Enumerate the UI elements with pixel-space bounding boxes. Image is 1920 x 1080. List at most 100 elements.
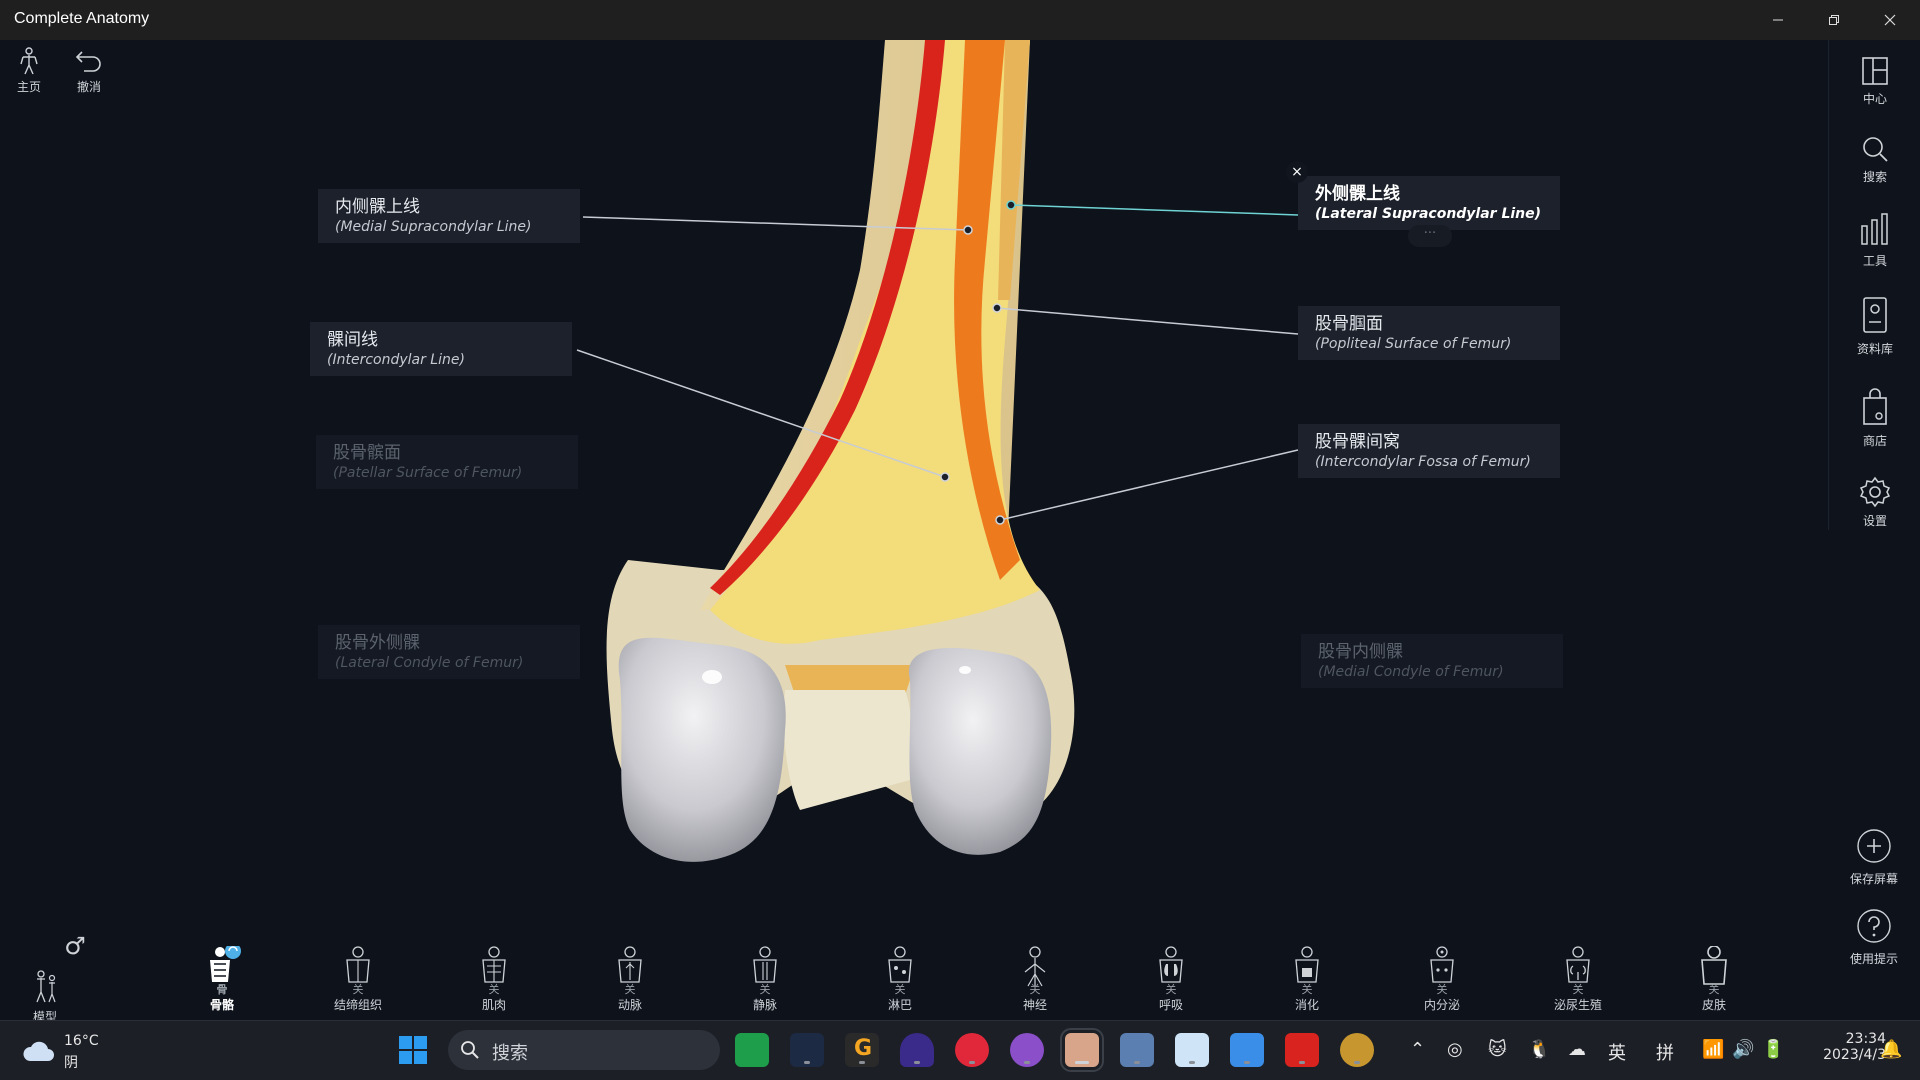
app-title: Complete Anatomy [14,10,150,27]
taskbar-app-monitor[interactable] [1175,1033,1209,1067]
save-screen-button[interactable]: 保存屏幕 [1828,828,1920,887]
more-options-button[interactable]: ··· [1408,225,1452,247]
battery-icon[interactable]: 🔋 [1762,1039,1784,1060]
restore-icon [1829,15,1839,25]
notifications-icon[interactable]: 🔔 [1880,1039,1902,1060]
tray-overflow-chevron-icon[interactable]: ⌃ [1410,1039,1425,1060]
model-button[interactable]: 模型 [0,968,90,1025]
rail-library[interactable]: 资料库 [1829,296,1920,357]
label-popliteal-surface[interactable]: 股骨腘面 (Popliteal Surface of Femur) [1298,306,1560,360]
close-window-button[interactable] [1862,0,1918,40]
system-skin[interactable]: 关 皮肤 [1669,946,1759,1013]
taskbar-app-complete-anatomy[interactable] [1060,1028,1104,1072]
minimize-icon [1773,19,1783,21]
tray-penguin-icon[interactable]: 🐧 [1528,1039,1550,1060]
label-en: (Intercondylar Line) [327,352,465,368]
system-state: 关 [1572,983,1584,996]
ime-mode[interactable]: 拼 [1656,1039,1674,1065]
tools-icon [1861,213,1888,245]
taskbar-app-netease-music[interactable] [955,1033,989,1067]
g-logo-icon: G [854,1036,873,1061]
title-bar: Complete Anatomy [0,0,1920,40]
label-zh: 股骨腘面 [1315,314,1383,334]
active-indicator [1075,1061,1089,1064]
volume-icon[interactable]: 🔊 [1732,1039,1754,1060]
taskbar-app-photos[interactable] [1120,1033,1154,1067]
system-urogenital[interactable]: 关 泌尿生殖 [1533,946,1623,1013]
running-indicator [1134,1061,1140,1064]
label-zh: 股骨髌面 [333,443,401,463]
tray-cloud-icon[interactable]: ☁ [1568,1039,1586,1060]
rail-label: 搜索 [1862,170,1887,184]
label-lateral-condyle[interactable]: 股骨外侧髁 (Lateral Condyle of Femur) [318,625,580,679]
system-digestive[interactable]: 关 消化 [1262,946,1352,1013]
clock[interactable]: 23:34 2023/4/3 [1796,1031,1886,1063]
taskbar-app-cat[interactable] [790,1033,824,1067]
rail-label: 中心 [1862,92,1887,106]
save-screen-label: 保存屏幕 [1849,872,1898,886]
tips-button[interactable]: 使用提示 [1828,908,1920,967]
label-zh: 外侧髁上线 [1315,184,1400,204]
system-connective-tissue[interactable]: 关 结缔组织 [313,946,403,1013]
label-intercondylar-line[interactable]: 髁间线 (Intercondylar Line) [310,322,572,376]
system-veins[interactable]: 关 静脉 [720,946,810,1013]
label-zh: 股骨外侧髁 [335,633,420,653]
gear-icon [1859,476,1891,508]
rail-store[interactable]: 商店 [1829,388,1920,449]
library-icon [1863,297,1887,333]
tray-camera-icon[interactable]: ◎ [1447,1039,1463,1060]
taskbar-app-crystal[interactable] [900,1033,934,1067]
rail-tools[interactable]: 工具 [1829,212,1920,269]
taskbar: 16°C 阴 搜索 G ⌃ ◎ 🐱 🐧 ☁ 英 拼 📶 🔊 🔋 23:34 20… [0,1020,1920,1080]
system-lymph[interactable]: 关 淋巴 [855,946,945,1013]
taskbar-app-purple[interactable] [1010,1033,1044,1067]
system-arteries[interactable]: 关 动脉 [585,946,675,1013]
running-indicator [804,1061,810,1064]
label-medial-supracondylar-line[interactable]: 内侧髁上线 (Medial Supracondylar Line) [318,189,580,243]
weather-temp: 16°C [64,1033,99,1049]
weather-desc: 阴 [64,1055,78,1071]
ime-language[interactable]: 英 [1608,1039,1626,1065]
system-label: 消化 [1294,998,1319,1012]
taskbar-app-green[interactable] [735,1033,769,1067]
rail-hub[interactable]: 中心 [1829,56,1920,107]
system-muscles[interactable]: 关 肌肉 [449,946,539,1013]
system-state: 关 [1436,983,1448,996]
label-lateral-supracondylar-line[interactable]: 外侧髁上线 (Lateral Supracondylar Line) [1298,176,1560,230]
start-button[interactable] [398,1035,428,1069]
system-nerves[interactable]: 关 神经 [990,946,1080,1013]
gender-toggle[interactable]: ♂ [30,932,120,960]
system-label: 呼吸 [1158,998,1183,1012]
close-label-button[interactable]: × [1286,161,1308,183]
system-label: 淋巴 [887,998,912,1012]
label-zh: 股骨髁间窝 [1315,432,1400,452]
minimize-button[interactable] [1750,0,1806,40]
system-respiratory[interactable]: 关 呼吸 [1126,946,1216,1013]
wifi-icon[interactable]: 📶 [1702,1039,1724,1060]
system-label: 结缔组织 [333,998,382,1012]
taskbar-app-league[interactable] [1340,1033,1374,1067]
taskbar-search[interactable]: 搜索 [448,1030,720,1070]
label-intercondylar-fossa[interactable]: 股骨髁间窝 (Intercondylar Fossa of Femur) [1298,424,1560,478]
running-indicator [1299,1061,1305,1064]
right-rail: 中心 搜索 工具 资料库 商店 设置 [1828,40,1920,530]
system-endocrine[interactable]: 关 内分泌 [1397,946,1487,1013]
label-zh: 股骨内侧髁 [1318,642,1403,662]
tray-cat-icon[interactable]: 🐱 [1488,1039,1507,1060]
taskbar-app-acrobat[interactable] [1285,1033,1319,1067]
running-indicator [1189,1061,1195,1064]
label-en: (Medial Condyle of Femur) [1318,664,1504,680]
viewport[interactable]: 主页 撤消 内侧髁上线 (Medial Supracondylar Line) … [0,40,1920,1024]
rail-settings[interactable]: 设置 [1829,476,1920,529]
label-patellar-surface[interactable]: 股骨髌面 (Patellar Surface of Femur) [316,435,578,489]
running-indicator [1244,1061,1250,1064]
search-icon [461,1041,479,1059]
system-skeleton[interactable]: 骨 骨骼 [177,946,267,1013]
label-medial-condyle[interactable]: 股骨内侧髁 (Medial Condyle of Femur) [1301,634,1563,688]
restore-button[interactable] [1806,0,1862,40]
taskbar-app-g[interactable]: G [845,1033,879,1067]
clock-time: 23:34 [1845,1031,1886,1047]
rail-search[interactable]: 搜索 [1829,134,1920,185]
taskbar-app-blue[interactable] [1230,1033,1264,1067]
femur-model[interactable] [0,40,1920,1020]
